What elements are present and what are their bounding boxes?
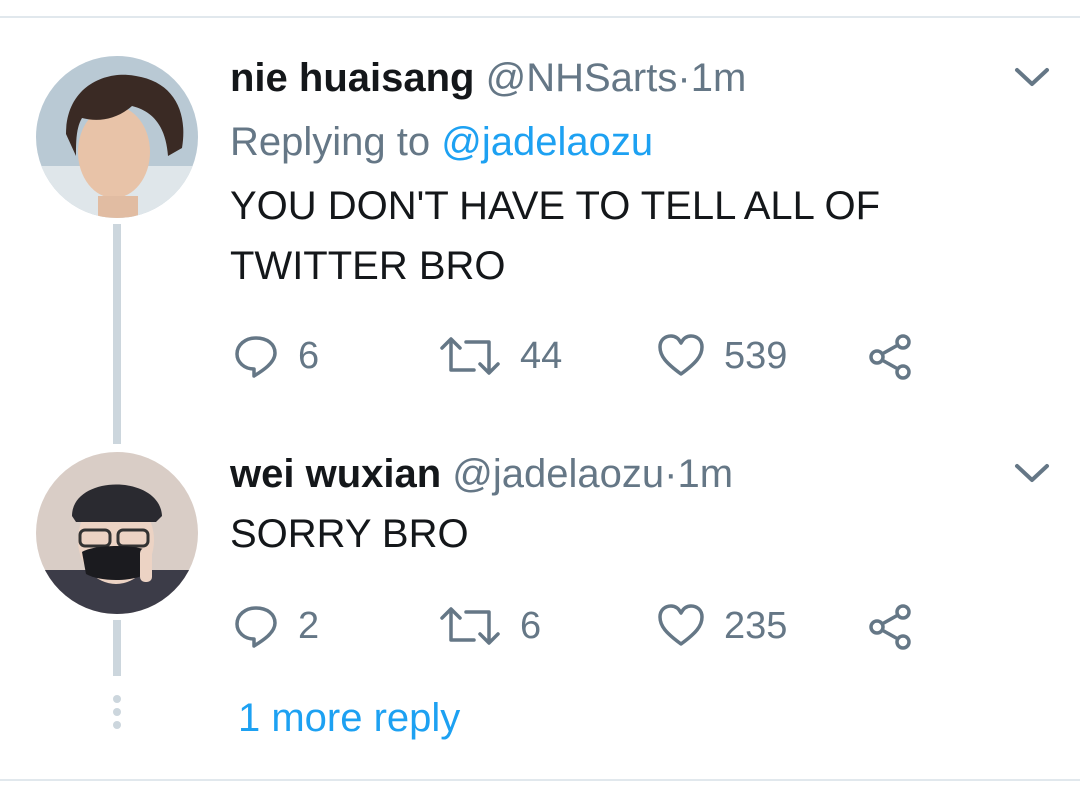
retweet-count: 44: [520, 335, 563, 377]
tweet-actions: 2 6 235: [232, 601, 932, 651]
bottom-divider: [0, 779, 1080, 781]
thread-line: [113, 620, 121, 676]
tweet-actions: 6 44 539: [232, 331, 932, 381]
tweet-header: nie huaisang @NHSarts·1m: [230, 54, 746, 102]
reply-count: 6: [298, 335, 320, 377]
retweet-count: 6: [520, 605, 542, 647]
display-name[interactable]: nie huaisang: [230, 56, 475, 100]
tweet-text: YOU DON'T HAVE TO TELL ALL OF TWITTER BR…: [230, 176, 990, 296]
avatar-image: [36, 56, 198, 218]
retweet-button[interactable]: 44: [438, 331, 562, 381]
header-separator: ·: [677, 56, 691, 100]
reply-icon: [235, 336, 277, 378]
avatar[interactable]: [36, 56, 198, 218]
replying-to: Replying to @jadelaozu: [230, 118, 653, 166]
tweet-text-line: YOU DON'T HAVE TO TELL ALL OF: [230, 184, 881, 228]
chevron-down-icon[interactable]: [1012, 460, 1052, 486]
avatar-image: [36, 452, 198, 614]
replying-label: Replying to: [230, 120, 431, 164]
thread-line: [113, 224, 121, 444]
tweet-header: wei wuxian @jadelaozu·1m: [230, 450, 733, 498]
reply-button[interactable]: 2: [232, 601, 319, 651]
avatar[interactable]: [36, 452, 198, 614]
retweet-icon: [440, 337, 500, 375]
reply-icon: [235, 606, 277, 648]
reply-button[interactable]: 6: [232, 331, 319, 381]
retweet-button[interactable]: 6: [438, 601, 541, 651]
tweet-wei-wuxian[interactable]: wei wuxian @jadelaozu·1m SORRY BRO 2 6 2…: [0, 440, 1080, 700]
share-icon: [869, 604, 911, 650]
heart-icon: [658, 334, 704, 376]
tweet-timestamp[interactable]: 1m: [691, 56, 747, 100]
retweet-icon: [440, 607, 500, 645]
header-separator: ·: [664, 452, 678, 496]
tweet-text-line: SORRY BRO: [230, 512, 469, 556]
more-replies-link[interactable]: 1 more reply: [238, 690, 460, 746]
tweet-timestamp[interactable]: 1m: [677, 452, 733, 496]
display-name[interactable]: wei wuxian: [230, 452, 441, 496]
like-button[interactable]: 539: [656, 331, 787, 381]
user-handle[interactable]: @NHSarts: [486, 56, 678, 100]
share-button[interactable]: [866, 601, 916, 651]
share-icon: [869, 334, 911, 380]
heart-icon: [658, 604, 704, 646]
chevron-down-icon[interactable]: [1012, 64, 1052, 90]
like-count: 539: [724, 335, 788, 377]
tweet-text-line: TWITTER BRO: [230, 244, 506, 288]
tweet-nie-huaisang[interactable]: nie huaisang @NHSarts·1m Replying to @ja…: [0, 0, 1080, 444]
like-button[interactable]: 235: [656, 601, 787, 651]
like-count: 235: [724, 605, 788, 647]
reply-count: 2: [298, 605, 320, 647]
replying-mention-link[interactable]: @jadelaozu: [441, 120, 653, 164]
more-replies-dots: [113, 695, 121, 734]
share-button[interactable]: [866, 331, 916, 381]
user-handle[interactable]: @jadelaozu: [452, 452, 664, 496]
tweet-text: SORRY BRO: [230, 504, 990, 564]
